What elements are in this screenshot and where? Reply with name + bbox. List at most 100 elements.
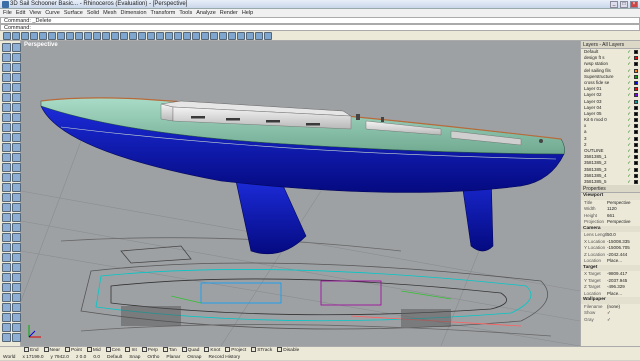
layer-color-swatch[interactable] <box>634 124 638 129</box>
modeling-tool-icon[interactable] <box>12 43 21 52</box>
layer-visible-icon[interactable]: ✓ <box>627 136 631 142</box>
menu-render[interactable]: Render <box>220 9 238 17</box>
viewport-canvas[interactable] <box>21 41 580 346</box>
toolbar-tool-icon[interactable] <box>66 32 74 40</box>
toolbar-tool-icon[interactable] <box>12 32 20 40</box>
modeling-tool-icon[interactable] <box>12 273 21 282</box>
layer-visible-icon[interactable]: ✓ <box>627 179 631 185</box>
menu-view[interactable]: View <box>29 9 41 17</box>
layer-color-swatch[interactable] <box>634 80 638 85</box>
osnap-cen[interactable]: Cen <box>106 347 121 354</box>
modeling-tool-icon[interactable] <box>2 243 11 252</box>
toolbar-tool-icon[interactable] <box>102 32 110 40</box>
modeling-tool-icon[interactable] <box>12 113 21 122</box>
menu-mesh[interactable]: Mesh <box>103 9 116 17</box>
modeling-tool-icon[interactable] <box>12 233 21 242</box>
modeling-tool-icon[interactable] <box>12 203 21 212</box>
modeling-tool-icon[interactable] <box>2 263 11 272</box>
perspective-viewport[interactable]: Perspective <box>21 41 580 346</box>
modeling-tool-icon[interactable] <box>2 313 11 322</box>
menu-tools[interactable]: Tools <box>179 9 192 17</box>
toolbar-tool-icon[interactable] <box>93 32 101 40</box>
layer-color-swatch[interactable] <box>634 149 638 153</box>
toolbar-tool-icon[interactable] <box>165 32 173 40</box>
toolbar-tool-icon[interactable] <box>57 32 65 40</box>
modeling-tool-icon[interactable] <box>2 113 11 122</box>
osnap-near[interactable]: Near <box>44 347 60 354</box>
modeling-tool-icon[interactable] <box>12 283 21 292</box>
menu-curve[interactable]: Curve <box>45 9 60 17</box>
layer-visible-icon[interactable]: ✓ <box>627 86 631 92</box>
layer-color-swatch[interactable] <box>634 167 638 172</box>
modeling-tool-icon[interactable] <box>12 153 21 162</box>
property-value[interactable]: ✓ <box>607 317 640 324</box>
osnap-quad[interactable]: Quad <box>182 347 200 354</box>
layer-color-swatch[interactable] <box>634 74 638 79</box>
toolbar-tool-icon[interactable] <box>21 32 29 40</box>
modeling-tool-icon[interactable] <box>2 73 11 82</box>
layer-color-swatch[interactable] <box>634 118 638 123</box>
modeling-tool-icon[interactable] <box>2 83 11 92</box>
modeling-tool-icon[interactable] <box>12 73 21 82</box>
modeling-tool-icon[interactable] <box>12 293 21 302</box>
modeling-tool-icon[interactable] <box>2 203 11 212</box>
toolbar-tool-icon[interactable] <box>138 32 146 40</box>
layer-visible-icon[interactable]: ✓ <box>627 92 631 98</box>
layer-visible-icon[interactable]: ✓ <box>627 105 631 111</box>
layer-color-swatch[interactable] <box>634 62 638 67</box>
layer-visible-icon[interactable]: ✓ <box>627 80 631 86</box>
modeling-tool-icon[interactable] <box>2 63 11 72</box>
modeling-tool-icon[interactable] <box>2 273 11 282</box>
toolbar-tool-icon[interactable] <box>255 32 263 40</box>
layer-visible-icon[interactable]: ✓ <box>627 129 631 135</box>
modeling-tool-icon[interactable] <box>12 173 21 182</box>
layer-visible-icon[interactable]: ✓ <box>627 61 631 67</box>
osnap-mid[interactable]: Mid <box>87 347 101 354</box>
layer-visible-icon[interactable]: ✓ <box>627 148 631 154</box>
toolbar-tool-icon[interactable] <box>84 32 92 40</box>
layer-color-swatch[interactable] <box>634 68 638 73</box>
modeling-tool-icon[interactable] <box>12 223 21 232</box>
toolbar-tool-icon[interactable] <box>192 32 200 40</box>
modeling-tool-icon[interactable] <box>12 83 21 92</box>
layer-visible-icon[interactable]: ✓ <box>627 55 631 61</box>
menu-analyze[interactable]: Analyze <box>196 9 216 17</box>
menu-solid[interactable]: Solid <box>87 9 99 17</box>
modeling-tool-icon[interactable] <box>2 333 11 342</box>
layer-color-swatch[interactable] <box>634 50 638 54</box>
toolbar-tool-icon[interactable] <box>228 32 236 40</box>
osnap-int[interactable]: Int <box>125 347 136 354</box>
layer-color-swatch[interactable] <box>634 111 638 116</box>
toolbar-tool-icon[interactable] <box>201 32 209 40</box>
toolbar-tool-icon[interactable] <box>174 32 182 40</box>
modeling-tool-icon[interactable] <box>2 123 11 132</box>
toolbar-tool-icon[interactable] <box>147 32 155 40</box>
layer-color-swatch[interactable] <box>634 161 638 166</box>
layer-color-swatch[interactable] <box>634 105 638 110</box>
layer-visible-icon[interactable]: ✓ <box>627 111 631 117</box>
modeling-tool-icon[interactable] <box>12 93 21 102</box>
toolbar-tool-icon[interactable] <box>39 32 47 40</box>
osnap-perp[interactable]: Perp <box>142 347 158 354</box>
osnap-project[interactable]: Project <box>225 347 246 354</box>
modeling-tool-icon[interactable] <box>2 303 11 312</box>
toolbar-tool-icon[interactable] <box>210 32 218 40</box>
layer-visible-icon[interactable]: ✓ <box>627 49 631 55</box>
layer-visible-icon[interactable]: ✓ <box>627 167 631 173</box>
layer-color-swatch[interactable] <box>634 173 638 178</box>
layer-color-swatch[interactable] <box>634 99 638 104</box>
toolbar-tool-icon[interactable] <box>3 32 11 40</box>
toolbar-tool-icon[interactable] <box>219 32 227 40</box>
toolbar-tool-icon[interactable] <box>246 32 254 40</box>
modeling-tool-icon[interactable] <box>2 133 11 142</box>
layer-row[interactable]: 3581385_5 ✓ <box>581 179 640 185</box>
modeling-tool-icon[interactable] <box>2 53 11 62</box>
layer-visible-icon[interactable]: ✓ <box>627 123 631 129</box>
layer-color-swatch[interactable] <box>634 93 638 98</box>
menu-dimension[interactable]: Dimension <box>121 9 147 17</box>
modeling-tool-icon[interactable] <box>2 323 11 332</box>
modeling-tool-icon[interactable] <box>2 253 11 262</box>
toolbar-tool-icon[interactable] <box>183 32 191 40</box>
maximize-button[interactable]: □ <box>620 1 628 8</box>
modeling-tool-icon[interactable] <box>2 173 11 182</box>
